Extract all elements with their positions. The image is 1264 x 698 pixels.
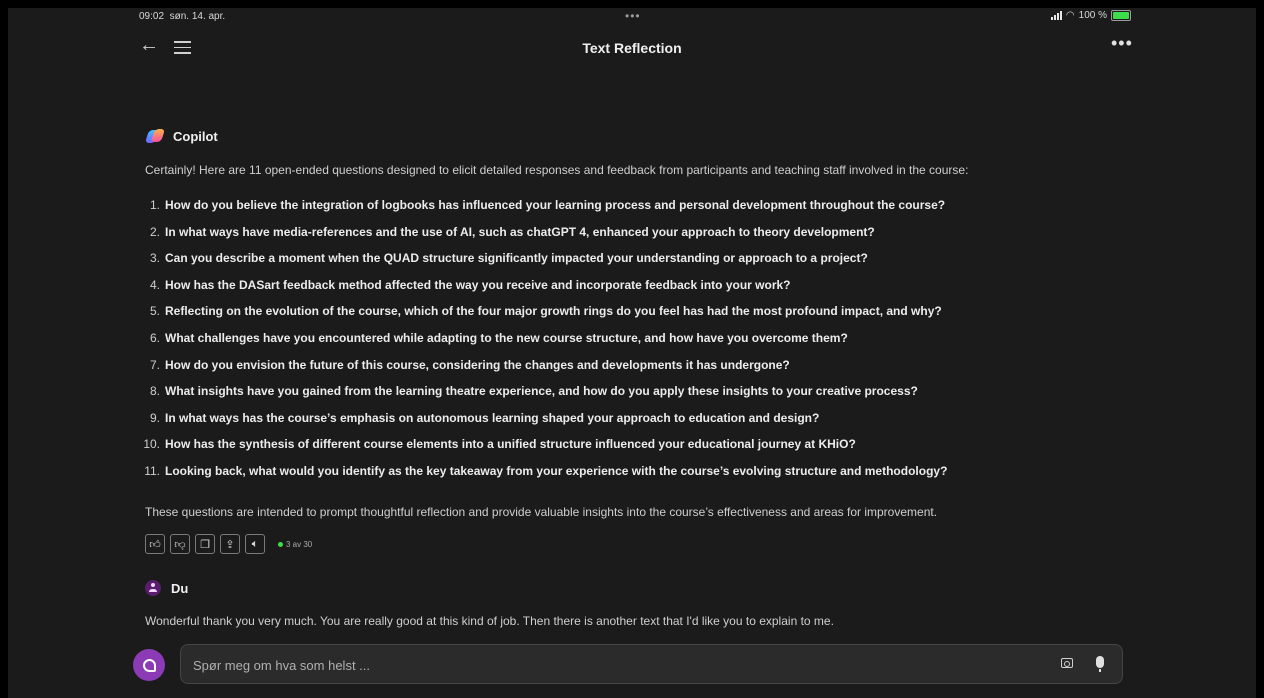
question-number: 10. xyxy=(143,437,160,452)
question-text: Looking back, what would you identify as… xyxy=(165,463,948,478)
question-number: 5. xyxy=(149,304,160,319)
copilot-intro: Certainly! Here are 11 open-ended questi… xyxy=(145,163,969,177)
question-number: 4. xyxy=(149,277,160,292)
turn-count-text: 3 av 30 xyxy=(286,539,313,549)
copilot-sender: Copilot xyxy=(144,127,218,145)
question-text: What insights have you gained from the l… xyxy=(165,384,918,399)
question-item: 10. How has the synthesis of different co… xyxy=(135,437,947,464)
question-item: 3. Can you describe a moment when the QUA… xyxy=(135,251,947,278)
camera-icon[interactable] xyxy=(1061,658,1073,668)
app-screen: 09:02 søn. 14. apr. ••• ◠ 100 % ← Text R… xyxy=(8,8,1256,698)
copilot-logo-icon xyxy=(144,127,166,145)
question-item: 6. What challenges have you encountered w… xyxy=(135,331,947,358)
status-dot-icon xyxy=(278,541,283,547)
question-number: 3. xyxy=(149,251,160,266)
question-text: How do you envision the future of this c… xyxy=(165,357,790,372)
question-text: Can you describe a moment when the QUAD … xyxy=(165,251,868,266)
question-item: 7. How do you envision the future of this… xyxy=(135,358,947,385)
question-text: How has the DASart feedback method affec… xyxy=(165,277,791,292)
user-avatar-icon xyxy=(145,580,161,596)
question-item: 11. Looking back, what would you identify… xyxy=(135,464,947,491)
copilot-name: Copilot xyxy=(173,128,218,144)
top-bar: ← Text Reflection ••• xyxy=(8,30,1256,64)
question-text: In what ways have media-references and t… xyxy=(165,224,875,239)
status-time-date: 09:02 søn. 14. apr. xyxy=(139,11,225,22)
message-actions: 👍︎ 👎︎ ❐ ⇪ 🔈︎ 3 av 30 xyxy=(145,534,312,554)
new-chat-icon xyxy=(142,658,156,672)
question-item: 1. How do you believe the integration of … xyxy=(135,198,947,225)
question-text: How has the synthesis of different cours… xyxy=(165,437,856,452)
signal-icon xyxy=(1050,11,1062,20)
thumbs-up-icon[interactable]: 👍︎ xyxy=(145,534,165,554)
copy-icon[interactable]: ❐ xyxy=(195,534,215,554)
copilot-outro: These questions are intended to prompt t… xyxy=(145,505,938,519)
status-right: ◠ 100 % xyxy=(1050,10,1131,21)
question-text: Reflecting on the evolution of the cours… xyxy=(165,304,942,319)
microphone-icon[interactable] xyxy=(1096,656,1104,672)
question-item: 9. In what ways has the course’s emphasis… xyxy=(135,411,947,438)
question-number: 6. xyxy=(149,330,160,345)
question-number: 7. xyxy=(149,357,160,372)
question-number: 2. xyxy=(149,224,160,239)
battery-percent: 100 % xyxy=(1078,10,1107,21)
question-item: 5. Reflecting on the evolution of the cou… xyxy=(135,304,947,331)
new-topic-button[interactable] xyxy=(133,649,165,681)
question-number: 8. xyxy=(149,384,160,399)
read-aloud-icon[interactable]: 🔈︎ xyxy=(245,534,265,554)
question-item: 4. How has the DASart feedback method aff… xyxy=(135,278,947,305)
page-title: Text Reflection xyxy=(582,40,682,56)
status-time: 09:02 xyxy=(139,11,165,22)
question-text: In what ways has the course’s emphasis o… xyxy=(165,410,820,425)
thumbs-down-icon[interactable]: 👎︎ xyxy=(170,534,190,554)
share-icon[interactable]: ⇪ xyxy=(220,534,240,554)
user-sender: Du xyxy=(145,580,188,596)
user-name: Du xyxy=(171,580,189,596)
question-item: 8. What insights have you gained from the… xyxy=(135,384,947,411)
chat-composer xyxy=(180,644,1123,685)
chat-input[interactable] xyxy=(191,645,1035,685)
question-number: 9. xyxy=(149,410,160,425)
questions-list: 1. How do you believe the integration of … xyxy=(135,198,947,491)
user-message: Wonderful thank you very much. You are r… xyxy=(145,614,834,628)
question-number: 11. xyxy=(144,463,160,478)
wifi-icon: ◠ xyxy=(1065,10,1075,21)
question-text: How do you believe the integration of lo… xyxy=(165,198,946,212)
multitasking-dots-icon[interactable]: ••• xyxy=(625,9,641,23)
question-number: 1. xyxy=(149,198,160,212)
question-text: What challenges have you encountered whi… xyxy=(165,330,848,345)
status-bar: 09:02 søn. 14. apr. ••• ◠ 100 % xyxy=(8,8,1256,28)
question-item: 2. In what ways have media-references and… xyxy=(135,225,947,252)
status-date: søn. 14. apr. xyxy=(169,11,226,22)
battery-icon xyxy=(1111,10,1131,21)
turn-counter: 3 av 30 xyxy=(278,540,312,549)
more-options-icon[interactable]: ••• xyxy=(1111,33,1133,54)
